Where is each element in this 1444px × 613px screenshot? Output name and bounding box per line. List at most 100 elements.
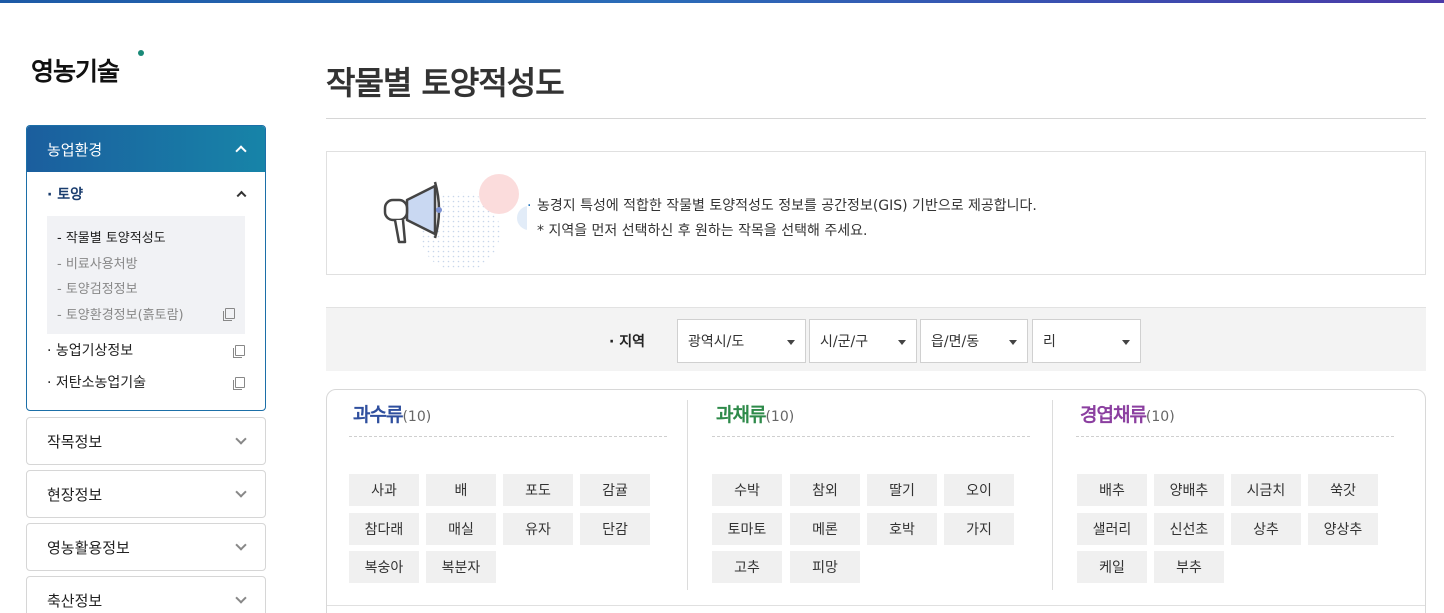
crop-chip[interactable]: 신선초 (1154, 513, 1224, 545)
crop-chip[interactable]: 쑥갓 (1308, 474, 1378, 506)
sidebar-subitem-label: - 작물별 토양적성도 (57, 231, 166, 247)
sidebar-menu-label: 농업환경 (47, 140, 103, 159)
crop-chip[interactable]: 단감 (580, 513, 650, 545)
sidebar-menu-label: 현장정보 (47, 485, 103, 504)
crop-chip[interactable]: 유자 (503, 513, 573, 545)
crop-chip[interactable]: 포도 (503, 474, 573, 506)
page-title: 작물별 토양적성도 (326, 64, 565, 102)
crop-chip[interactable]: 참외 (790, 474, 860, 506)
sidebar-submenu-soil[interactable]: · 토양 (27, 172, 265, 216)
caret-down-icon (1009, 340, 1017, 345)
crop-chip[interactable]: 딸기 (867, 474, 937, 506)
category-count: (10) (765, 409, 795, 425)
sidebar-menu-crop-info[interactable]: 작목정보 (26, 417, 266, 465)
village-select[interactable]: 리 (1032, 319, 1141, 363)
crop-chip[interactable]: 참다래 (349, 513, 419, 545)
crop-chip[interactable]: 가지 (944, 513, 1014, 545)
info-text: · 농경지 특성에 적합한 작물별 토양적성도 정보를 공간정보(GIS) 기반으… (527, 194, 1037, 244)
category-count: (10) (1145, 409, 1175, 425)
crop-chip[interactable]: 복분자 (426, 551, 496, 583)
city-select[interactable]: 시/군/구 (809, 319, 917, 363)
info-line-text: 농경지 특성에 적합한 작물별 토양적성도 정보를 공간정보(GIS) 기반으로… (537, 198, 1037, 214)
sidebar-subitem-crop-soil-suitability[interactable]: - 작물별 토양적성도 (57, 224, 235, 250)
info-box: · 농경지 특성에 적합한 작물별 토양적성도 정보를 공간정보(GIS) 기반으… (326, 151, 1426, 275)
sidebar-subitem-fertilizer[interactable]: - 비료사용처방 (57, 250, 235, 276)
chevron-down-icon (235, 433, 247, 445)
sidebar-menu-open: 농업환경 · 토양 - 작물별 토양적성도 - 비료사용처방 - 토양검정정보 … (26, 125, 266, 411)
external-link-icon (233, 376, 245, 390)
crop-chip[interactable]: 호박 (867, 513, 937, 545)
crop-chip[interactable]: 감귤 (580, 474, 650, 506)
sidebar-menu-farm-environment[interactable]: 농업환경 (27, 126, 265, 172)
info-line: · 농경지 특성에 적합한 작물별 토양적성도 정보를 공간정보(GIS) 기반으… (527, 198, 1037, 214)
town-select[interactable]: 읍/면/동 (920, 319, 1028, 363)
crop-chip[interactable]: 샐러리 (1077, 513, 1147, 545)
crop-chip[interactable]: 케일 (1077, 551, 1147, 583)
category-title: 경엽채류(10) (1080, 400, 1175, 427)
sidebar-title: 영농기술 (31, 57, 120, 86)
crop-chip[interactable]: 복숭아 (349, 551, 419, 583)
external-link-icon (233, 344, 245, 358)
category-name: 과수류 (353, 404, 403, 426)
column-divider (1052, 400, 1053, 590)
category-divider (712, 436, 1030, 437)
crop-chip[interactable]: 피망 (790, 551, 860, 583)
brand-dot (138, 50, 144, 56)
province-select[interactable]: 광역시/도 (677, 319, 806, 363)
sidebar-item-weather[interactable]: · 농업기상정보 (27, 334, 265, 366)
crop-category-panel: 과수류(10) 사과 배 포도 감귤 참다래 매실 유자 단감 복숭아 복분자 … (326, 389, 1426, 613)
sidebar-menu-label: 축산정보 (47, 591, 103, 610)
crop-chip[interactable]: 오이 (944, 474, 1014, 506)
sidebar-subitem-soil-environment[interactable]: - 토양환경정보(흙토람) (57, 301, 235, 327)
sidebar-submenu-label: · 토양 (47, 187, 83, 203)
crop-chip[interactable]: 메론 (790, 513, 860, 545)
category-name: 경엽채류 (1080, 404, 1147, 426)
crop-chip[interactable]: 양배추 (1154, 474, 1224, 506)
select-value: 읍/면/동 (931, 334, 980, 350)
crop-chip[interactable]: 배 (426, 474, 496, 506)
sidebar-subitem-label: - 토양환경정보(흙토람) (57, 307, 184, 323)
panel-bottom-divider (327, 605, 1425, 606)
category-fruit-trees: 과수류(10) (353, 400, 431, 427)
column-divider (687, 400, 688, 590)
chevron-down-icon (235, 539, 247, 551)
select-value: 리 (1043, 334, 1056, 350)
sidebar-item-low-carbon[interactable]: · 저탄소농업기술 (27, 366, 265, 398)
category-divider (1076, 436, 1394, 437)
category-name: 과채류 (716, 404, 766, 426)
region-label: · 지역 (609, 334, 645, 350)
sidebar-menu-field-info[interactable]: 현장정보 (26, 470, 266, 518)
chevron-up-icon (236, 190, 247, 201)
caret-down-icon (787, 340, 795, 345)
crop-chip[interactable]: 배추 (1077, 474, 1147, 506)
external-link-icon (223, 307, 235, 321)
crop-chip[interactable]: 토마토 (712, 513, 782, 545)
category-leafy-vegetables: 경엽채류(10) (1080, 400, 1175, 427)
category-divider (349, 436, 667, 437)
sidebar-menu-livestock-info[interactable]: 축산정보 (26, 576, 266, 613)
title-divider (326, 118, 1426, 119)
crop-chip[interactable]: 수박 (712, 474, 782, 506)
category-title: 과수류(10) (353, 400, 431, 427)
crop-chip[interactable]: 매실 (426, 513, 496, 545)
sidebar-subitem-soil-test[interactable]: - 토양검정정보 (57, 275, 235, 301)
megaphone-icon (383, 174, 527, 270)
crop-chip[interactable]: 부추 (1154, 551, 1224, 583)
crop-chip[interactable]: 고추 (712, 551, 782, 583)
crop-chip[interactable]: 상추 (1231, 513, 1301, 545)
region-filter-bar: · 지역 광역시/도 시/군/구 읍/면/동 리 (326, 307, 1426, 371)
chevron-up-icon (235, 145, 247, 157)
sidebar-sublist: - 작물별 토양적성도 - 비료사용처방 - 토양검정정보 - 토양환경정보(흙… (47, 216, 245, 334)
sidebar-menu-label: 작목정보 (47, 432, 103, 451)
sidebar-menu-farming-use-info[interactable]: 영농활용정보 (26, 523, 266, 571)
top-accent-bar (0, 0, 1444, 3)
select-value: 광역시/도 (688, 334, 745, 350)
crop-chip[interactable]: 시금치 (1231, 474, 1301, 506)
caret-down-icon (898, 340, 906, 345)
category-fruit-vegetables: 과채류(10) (716, 400, 794, 427)
crop-chip[interactable]: 사과 (349, 474, 419, 506)
crop-chip[interactable]: 양상추 (1308, 513, 1378, 545)
sidebar-subitem-label: - 비료사용처방 (57, 256, 138, 272)
category-count: (10) (402, 409, 432, 425)
sidebar-item-label: · 저탄소농업기술 (47, 375, 147, 391)
